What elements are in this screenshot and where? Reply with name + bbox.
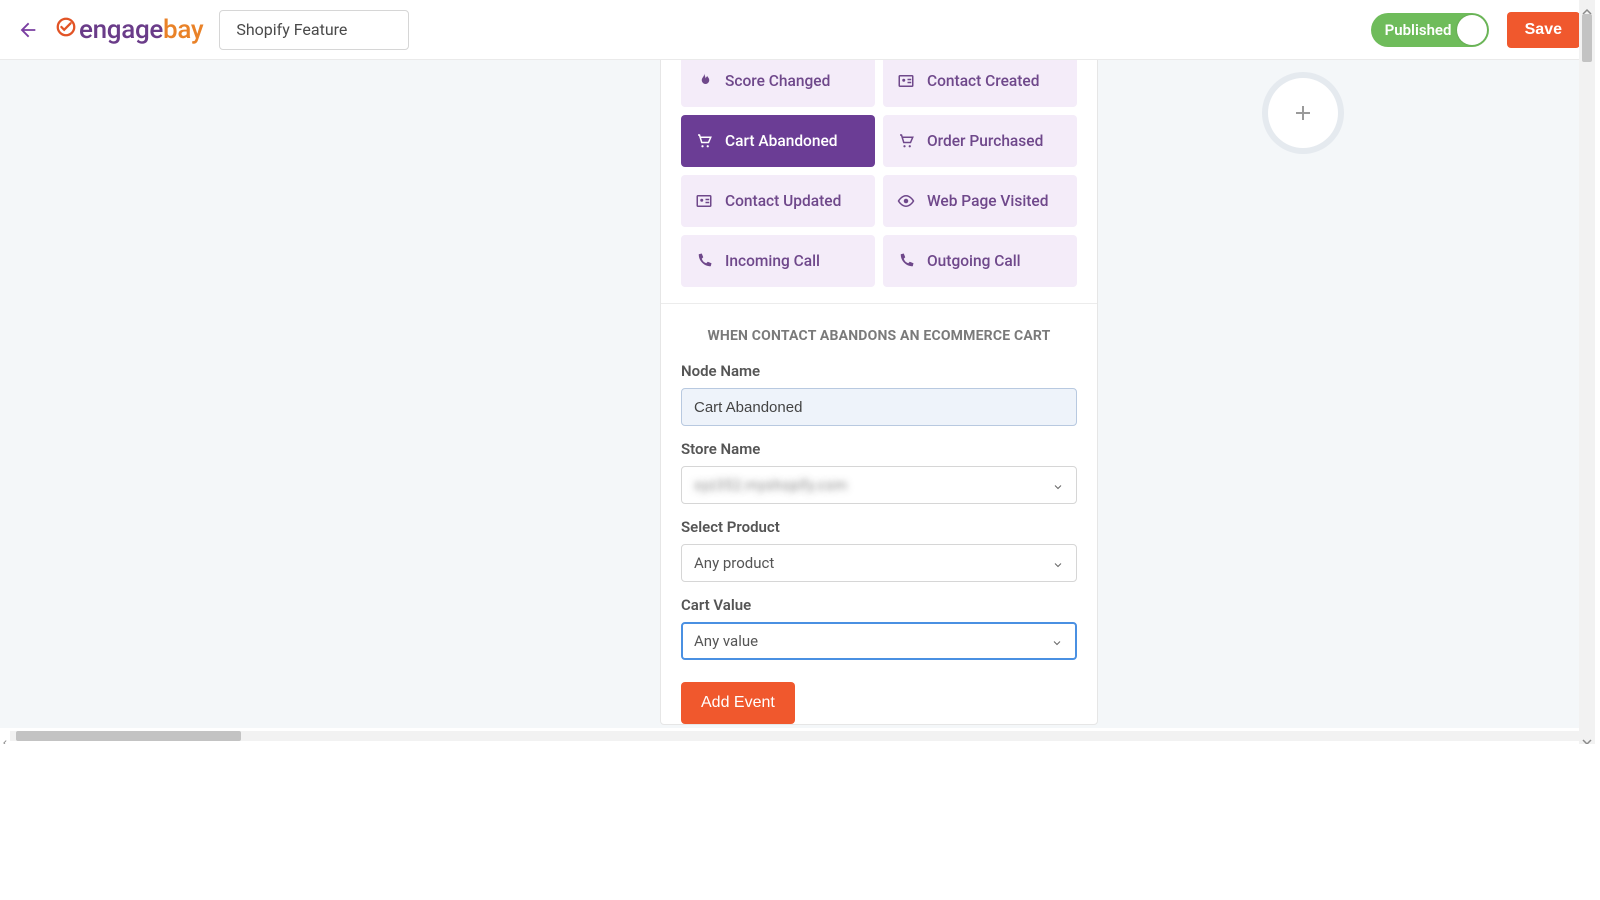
topbar: engagebay Shopify Feature Published Save [0,0,1595,60]
plus-icon [1291,101,1315,125]
trigger-label: Score Changed [725,72,830,90]
node-name-label: Node Name [681,362,1077,380]
trigger-label: Incoming Call [725,252,820,270]
phone-icon [897,252,915,270]
scrollbar-thumb[interactable] [16,731,241,741]
select-product-value: Any product [694,554,774,572]
workflow-canvas[interactable]: Double opt-in Has Note Description Score… [0,60,1595,744]
vertical-scrollbar[interactable] [1579,0,1595,744]
scrollbar-track[interactable] [10,731,1585,741]
trigger-outgoing-call[interactable]: Outgoing Call [883,235,1077,287]
trigger-contact-created[interactable]: Contact Created [883,60,1077,107]
trigger-label: Web Page Visited [927,192,1048,210]
eye-icon [897,192,915,210]
trigger-contact-updated[interactable]: Contact Updated [681,175,875,227]
scroll-left-icon[interactable] [0,731,10,741]
trigger-label: Cart Abandoned [725,132,838,150]
store-name-value: xyz352.myshopify.com [694,476,847,494]
scroll-up-icon[interactable] [1582,2,1592,12]
cart-value-label: Cart Value [681,596,1077,614]
logo-text-bay: bay [163,15,203,45]
add-node-button[interactable] [1268,78,1338,148]
trigger-incoming-call[interactable]: Incoming Call [681,235,875,287]
fire-icon [695,72,713,90]
trigger-order-purchased[interactable]: Order Purchased [883,115,1077,167]
vscroll-track[interactable] [1579,14,1595,730]
trigger-score-changed[interactable]: Score Changed [681,60,875,107]
cart-value-select[interactable]: Any value [681,622,1077,660]
form-heading: WHEN CONTACT ABANDONS AN ECOMMERCE CART [681,328,1077,344]
horizontal-scrollbar[interactable] [0,728,1595,744]
trigger-grid: Double opt-in Has Note Description Score… [661,60,1097,303]
trigger-config-panel: Double opt-in Has Note Description Score… [660,60,1098,725]
trigger-cart-abandoned[interactable]: Cart Abandoned [681,115,875,167]
node-name-input[interactable] [681,388,1077,426]
toggle-knob [1457,15,1487,45]
logo-mark-icon [55,15,77,45]
chevron-down-icon [1052,557,1064,569]
chevron-down-icon [1052,479,1064,491]
select-product-label: Select Product [681,518,1077,536]
logo-text-engage: engage [79,15,163,45]
cart-value-value: Any value [694,632,758,650]
store-name-label: Store Name [681,440,1077,458]
cart-icon [695,132,713,150]
back-button[interactable] [15,17,41,43]
scroll-down-icon[interactable] [1582,732,1592,742]
workflow-title-text: Shopify Feature [236,20,347,39]
trigger-label: Order Purchased [927,132,1043,150]
logo: engagebay [55,15,203,45]
chevron-down-icon [1051,635,1063,647]
page-whitespace [0,744,1600,900]
publish-toggle-label: Published [1385,21,1452,39]
publish-toggle[interactable]: Published [1371,13,1489,47]
phone-icon [695,252,713,270]
add-event-button[interactable]: Add Event [681,682,795,724]
workflow-title-input[interactable]: Shopify Feature [219,10,409,50]
cart-icon [897,132,915,150]
vscroll-thumb[interactable] [1582,14,1592,62]
save-button[interactable]: Save [1507,12,1580,48]
trigger-label: Contact Created [927,72,1039,90]
trigger-label: Contact Updated [725,192,841,210]
id-card-icon [695,192,713,210]
trigger-label: Outgoing Call [927,252,1021,270]
trigger-web-page-visited[interactable]: Web Page Visited [883,175,1077,227]
store-name-select[interactable]: xyz352.myshopify.com [681,466,1077,504]
select-product-select[interactable]: Any product [681,544,1077,582]
arrow-left-icon [17,19,39,41]
trigger-form: WHEN CONTACT ABANDONS AN ECOMMERCE CART … [661,304,1097,724]
id-card-icon [897,72,915,90]
